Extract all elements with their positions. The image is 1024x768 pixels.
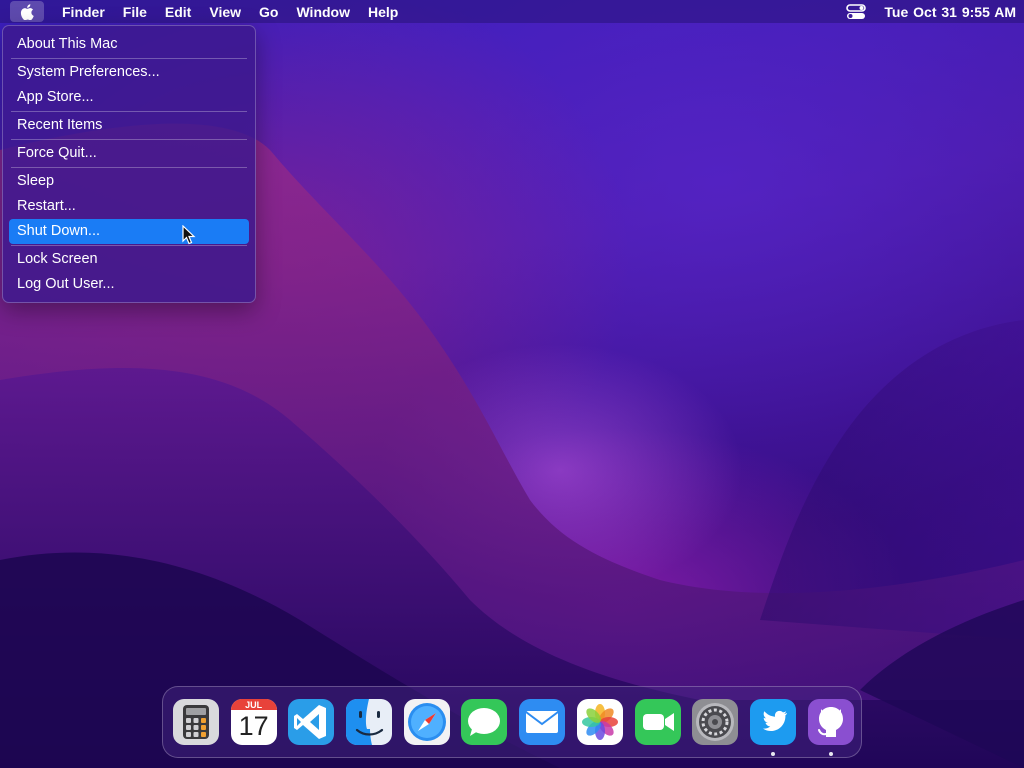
menu-item-shut-down[interactable]: Shut Down... <box>9 219 249 244</box>
facetime-icon[interactable] <box>633 697 683 747</box>
menu-bar-clock[interactable]: Tue Oct 31 9:55 AM <box>884 4 1016 20</box>
calendar-month-label: JUL <box>245 700 263 710</box>
finder-icon[interactable] <box>344 697 394 747</box>
menu-item-about-this-mac[interactable]: About This Mac <box>9 32 249 57</box>
calendar-day-label: 17 <box>238 711 269 741</box>
menu-item-force-quit[interactable]: Force Quit... <box>9 141 249 166</box>
menu-bar: Finder File Edit View Go Window Help Tue… <box>0 0 1024 23</box>
menu-separator <box>11 139 247 140</box>
running-indicator <box>828 752 833 756</box>
menu-item-restart[interactable]: Restart... <box>9 194 249 219</box>
menu-separator <box>11 245 247 246</box>
menu-item-system-preferences[interactable]: System Preferences... <box>9 60 249 85</box>
menu-item-log-out[interactable]: Log Out User... <box>9 272 249 297</box>
system-preferences-icon[interactable] <box>690 697 740 747</box>
menu-item-sleep[interactable]: Sleep <box>9 169 249 194</box>
calendar-icon[interactable]: JUL 17 <box>229 697 279 747</box>
menu-item-app-store[interactable]: App Store... <box>9 85 249 110</box>
menu-item-lock-screen[interactable]: Lock Screen <box>9 247 249 272</box>
apple-menu-dropdown: About This Mac System Preferences... App… <box>2 25 256 303</box>
menu-separator <box>11 111 247 112</box>
twitter-icon[interactable] <box>748 697 798 756</box>
menu-file[interactable]: File <box>114 4 156 20</box>
dock: JUL 17 <box>162 686 862 758</box>
github-icon[interactable] <box>806 697 856 756</box>
menu-view[interactable]: View <box>200 4 250 20</box>
menu-finder[interactable]: Finder <box>44 4 114 20</box>
safari-icon[interactable] <box>402 697 452 747</box>
menu-separator <box>11 58 247 59</box>
running-indicator <box>770 752 775 756</box>
calculator-icon[interactable] <box>171 697 221 747</box>
vscode-icon[interactable] <box>286 697 336 747</box>
photos-icon[interactable] <box>575 697 625 747</box>
menu-window[interactable]: Window <box>287 4 359 20</box>
mouse-cursor-icon <box>182 225 196 245</box>
mail-icon[interactable] <box>517 697 567 747</box>
menu-help[interactable]: Help <box>359 4 407 20</box>
apple-logo-icon[interactable] <box>10 1 44 22</box>
menu-go[interactable]: Go <box>250 4 287 20</box>
menu-edit[interactable]: Edit <box>156 4 200 20</box>
messages-icon[interactable] <box>459 697 509 747</box>
menu-separator <box>11 167 247 168</box>
menu-item-recent-items[interactable]: Recent Items <box>9 113 249 138</box>
control-center-icon[interactable] <box>846 3 867 20</box>
